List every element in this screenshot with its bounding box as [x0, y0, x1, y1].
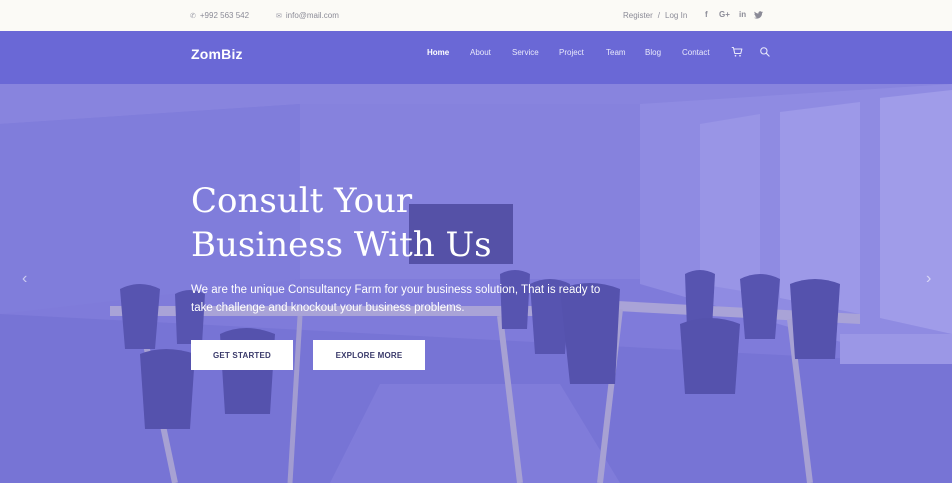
auth-separator: / [657, 11, 661, 20]
hero-slider: Consult Your Business With Us We are the… [0, 84, 952, 483]
brand-logo[interactable]: ZomBiz [191, 46, 243, 62]
register-link[interactable]: Register [623, 11, 653, 20]
google-plus-icon[interactable]: G+ [719, 10, 730, 19]
email-address[interactable]: info@mail.com [286, 11, 339, 20]
slider-prev-arrow-icon[interactable]: ‹ [22, 270, 27, 288]
explore-more-button[interactable]: EXPLORE MORE [313, 340, 425, 370]
nav-item-team[interactable]: Team [606, 48, 626, 58]
hero-title-line-1: Consult Your [191, 181, 413, 221]
nav-item-contact[interactable]: Contact [682, 48, 710, 58]
search-icon[interactable] [759, 46, 771, 58]
hero-description: We are the unique Consultancy Farm for y… [191, 284, 601, 314]
phone-number: +992 563 542 [199, 11, 250, 20]
cart-icon[interactable] [731, 46, 743, 58]
email-contact[interactable]: ✉ info@mail.com [276, 11, 339, 22]
hero-title: Consult Your Business With Us [191, 179, 551, 267]
nav-item-home[interactable]: Home [427, 48, 449, 58]
main-navbar: ZomBiz Home About Service Project Team B… [0, 31, 952, 84]
nav-item-about[interactable]: About [470, 48, 491, 58]
slider-next-arrow-icon[interactable]: › [926, 270, 931, 288]
nav-item-project[interactable]: Project [559, 48, 584, 58]
auth-links: Register / Log In [623, 11, 687, 21]
hero-title-line-2: Business With Us [191, 225, 492, 265]
linkedin-icon[interactable]: in [739, 10, 746, 19]
nav-item-service[interactable]: Service [512, 48, 539, 58]
get-started-button[interactable]: GET STARTED [191, 340, 293, 370]
phone-icon: ✆ [190, 13, 196, 20]
phone-contact: ✆ +992 563 542 [190, 11, 249, 22]
mail-icon: ✉ [276, 13, 282, 20]
facebook-icon[interactable]: f [705, 10, 708, 19]
twitter-icon[interactable] [754, 11, 763, 19]
login-link[interactable]: Log In [665, 11, 687, 20]
nav-item-blog[interactable]: Blog [645, 48, 661, 58]
top-bar: ✆ +992 563 542 ✉ info@mail.com Register / Lo… [0, 0, 952, 31]
